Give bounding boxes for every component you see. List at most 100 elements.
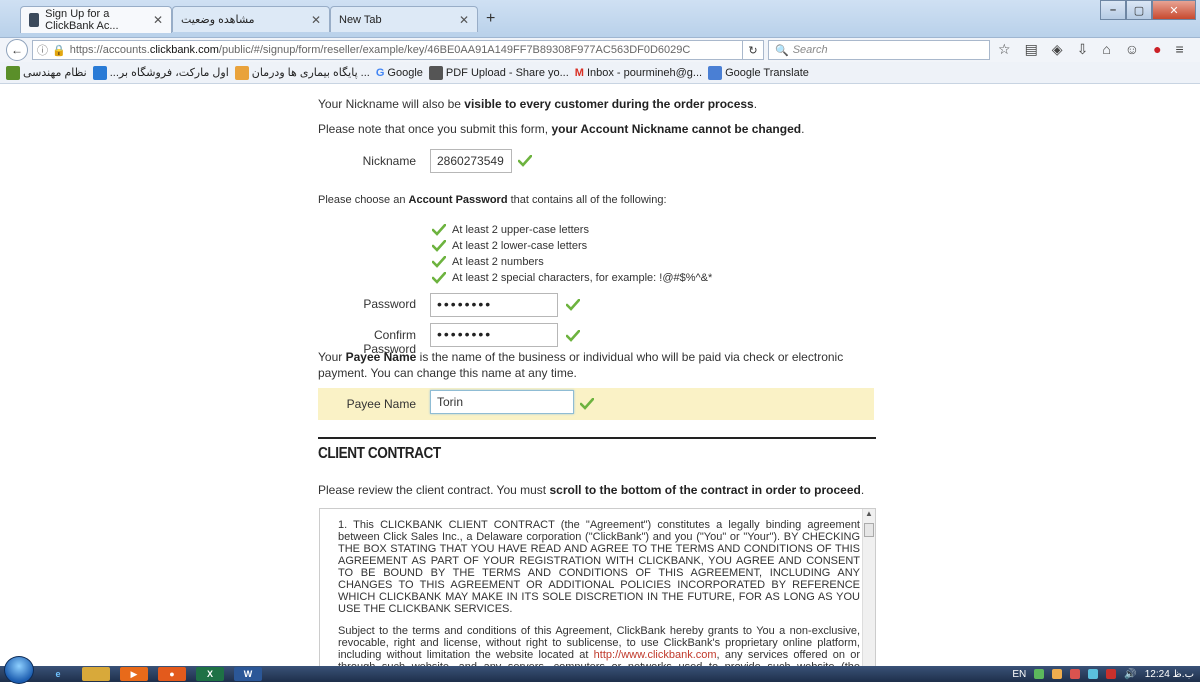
- pinterest-icon[interactable]: ●: [1153, 41, 1161, 58]
- address-bar[interactable]: ⓘ 🔒 https://accounts.clickbank.com/publi…: [32, 40, 760, 60]
- tab-label: New Tab: [339, 13, 382, 26]
- contract-scroll-box[interactable]: 1. This CLICKBANK CLIENT CONTRACT (the "…: [319, 508, 876, 666]
- window-controls: – ▢ ✕: [1100, 0, 1196, 20]
- payee-intro-text: Your Payee Name is the name of the busin…: [318, 350, 844, 380]
- tab-clickbank-signup[interactable]: Sign Up for a ClickBank Ac... ✕: [20, 6, 172, 33]
- nickname-label: Nickname: [362, 154, 416, 168]
- valid-check-icon: [580, 398, 594, 410]
- bookmark-item[interactable]: PDF Upload - Share yo...: [428, 65, 569, 80]
- bookmark-star-icon[interactable]: ☆: [998, 41, 1011, 58]
- close-icon[interactable]: ✕: [459, 13, 469, 27]
- password-field[interactable]: ••••••••: [430, 293, 558, 317]
- windows-taskbar: e ▶ ● X W EN 🔊 12:24 ب.ظ: [0, 656, 1200, 684]
- payee-name-field[interactable]: Torin: [430, 390, 574, 414]
- reload-button[interactable]: ↻: [742, 40, 764, 60]
- search-icon: 🔍: [775, 44, 789, 57]
- search-placeholder: Search: [792, 44, 828, 56]
- bookmark-favicon-icon: [6, 65, 20, 80]
- word-icon[interactable]: W: [234, 667, 262, 681]
- bookmark-item[interactable]: G Google: [376, 67, 423, 79]
- new-tab-button[interactable]: +: [486, 10, 495, 28]
- client-contract-heading: CLIENT CONTRACT: [318, 445, 441, 462]
- flag-icon[interactable]: [1088, 669, 1099, 679]
- pdf-icon: [428, 65, 443, 80]
- nickname-note-text: Please note that once you submit this fo…: [318, 122, 805, 136]
- internet-explorer-icon[interactable]: e: [44, 667, 72, 681]
- download-icon[interactable]: ⇩: [1077, 41, 1089, 58]
- password-rule: At least 2 lower-case letters: [432, 238, 712, 254]
- contract-scrollbar[interactable]: ▲: [862, 509, 875, 666]
- bookmark-favicon-icon: [92, 65, 107, 80]
- firefox-icon[interactable]: ●: [158, 667, 186, 681]
- valid-check-icon: [518, 155, 532, 167]
- contract-review-text: Please review the client contract. You m…: [318, 483, 865, 497]
- bookmark-item[interactable]: M Inbox - pourmineh@g...: [575, 67, 702, 79]
- back-arrow-icon: ←: [11, 43, 23, 57]
- minimize-button[interactable]: –: [1100, 0, 1126, 20]
- bookmark-item[interactable]: ...اول مارکت، فروشگاه بر: [92, 65, 229, 80]
- start-button[interactable]: [4, 656, 34, 684]
- check-icon: [432, 240, 446, 252]
- search-input[interactable]: 🔍 Search: [768, 40, 990, 60]
- bookmark-item[interactable]: نظام مهندسی: [6, 65, 87, 80]
- excel-icon[interactable]: X: [196, 667, 224, 681]
- url-text: https://accounts.clickbank.com/public/#/…: [69, 44, 691, 56]
- valid-check-icon: [566, 299, 580, 311]
- pocket-icon[interactable]: ◈: [1052, 41, 1063, 58]
- scroll-up-icon[interactable]: ▲: [863, 509, 875, 522]
- translate-icon: [708, 65, 723, 80]
- chat-icon[interactable]: ☺: [1125, 41, 1139, 58]
- confirm-password-field[interactable]: ••••••••: [430, 323, 558, 347]
- browser-tab-bar: Sign Up for a ClickBank Ac... ✕ مشاهده و…: [0, 0, 1200, 38]
- scrollbar-thumb[interactable]: [864, 523, 874, 537]
- notification-icon[interactable]: [1052, 669, 1063, 679]
- close-icon[interactable]: ✕: [153, 13, 163, 27]
- nickname-field[interactable]: 2860273549: [430, 149, 512, 173]
- tab-status[interactable]: مشاهده وضعیت ✕: [172, 6, 330, 32]
- toolbar-icons: ☆ ▤ ◈ ⇩ ⌂ ☺ ● ≡: [998, 41, 1184, 58]
- contract-paragraph: Subject to the terms and conditions of t…: [338, 625, 860, 666]
- password-rule: At least 2 upper-case letters: [432, 222, 712, 238]
- google-icon: G: [375, 66, 385, 79]
- check-icon: [432, 272, 446, 284]
- password-rules-list: At least 2 upper-case letters At least 2…: [432, 222, 712, 286]
- tab-new-tab[interactable]: New Tab ✕: [330, 6, 478, 32]
- lock-warning-icon[interactable]: 🔒: [52, 44, 66, 57]
- section-divider: [318, 437, 876, 439]
- maximize-button[interactable]: ▢: [1126, 0, 1152, 20]
- language-indicator[interactable]: EN: [1012, 669, 1026, 680]
- clickbank-favicon-icon: [29, 13, 40, 27]
- password-rule: At least 2 numbers: [432, 254, 712, 270]
- password-label: Password: [363, 297, 416, 311]
- check-icon: [432, 224, 446, 236]
- app-tray-icon[interactable]: [1106, 669, 1117, 679]
- close-icon[interactable]: ✕: [311, 13, 321, 27]
- reload-icon: ↻: [748, 44, 758, 57]
- check-icon: [432, 256, 446, 268]
- back-button[interactable]: ←: [6, 39, 28, 61]
- clock[interactable]: 12:24 ب.ظ: [1145, 669, 1194, 680]
- volume-icon[interactable]: 🔊: [1124, 669, 1136, 680]
- clickbank-link[interactable]: http://www.clickbank.com: [594, 649, 717, 661]
- valid-check-icon: [566, 330, 580, 342]
- password-rule: At least 2 special characters, for examp…: [432, 270, 712, 286]
- password-requirements-intro: Please choose an Account Password that c…: [318, 194, 667, 206]
- info-icon[interactable]: ⓘ: [37, 42, 48, 58]
- tab-label: مشاهده وضعیت: [181, 14, 255, 26]
- close-window-button[interactable]: ✕: [1152, 0, 1196, 20]
- bookmark-favicon-icon: [234, 65, 249, 80]
- media-player-icon[interactable]: ▶: [120, 667, 148, 681]
- bookmarks-bar: نظام مهندسی ...اول مارکت، فروشگاه بر پای…: [0, 62, 1200, 84]
- menu-icon[interactable]: ≡: [1176, 41, 1184, 58]
- contract-paragraph: 1. This CLICKBANK CLIENT CONTRACT (the "…: [338, 519, 860, 615]
- file-explorer-icon[interactable]: [82, 667, 110, 681]
- home-icon[interactable]: ⌂: [1102, 41, 1110, 58]
- bookmark-item[interactable]: پایگاه بیماری ها ودرمان ...: [234, 65, 370, 80]
- gmail-icon: M: [574, 66, 584, 79]
- page-content: Your Nickname will also be visible to ev…: [0, 85, 1200, 666]
- antivirus-icon[interactable]: [1070, 669, 1081, 679]
- reading-list-icon[interactable]: ▤: [1025, 41, 1038, 58]
- network-icon[interactable]: [1034, 669, 1045, 679]
- bookmark-item[interactable]: Google Translate: [708, 65, 809, 80]
- navigation-bar: ← ⓘ 🔒 https://accounts.clickbank.com/pub…: [0, 38, 1200, 62]
